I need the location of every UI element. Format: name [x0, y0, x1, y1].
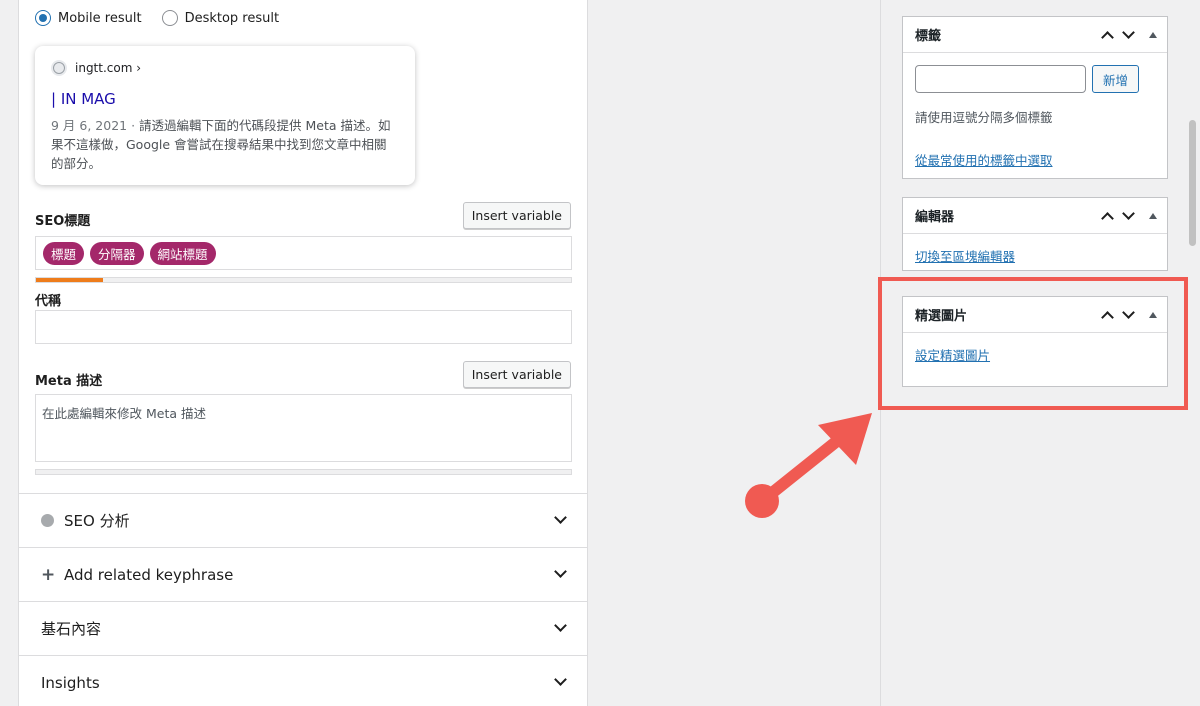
accordion-related-keyphrase[interactable]: + Add related keyphrase: [19, 547, 587, 601]
collapse-toggle-icon[interactable]: [1149, 32, 1157, 38]
variable-pill-title[interactable]: 標題: [43, 241, 85, 265]
move-up-icon[interactable]: [1101, 31, 1114, 44]
seo-title-insert-variable-button[interactable]: Insert variable: [462, 202, 571, 229]
plus-icon: +: [41, 564, 56, 585]
desktop-result-radio[interactable]: Desktop result: [161, 10, 280, 26]
chevron-down-icon: [554, 565, 567, 578]
tag-input[interactable]: [915, 65, 1086, 93]
slug-label: 代稱: [35, 294, 62, 309]
tags-hint: 請使用逗號分隔多個標籤: [915, 110, 1053, 125]
variable-pill-separator[interactable]: 分隔器: [90, 241, 144, 265]
tags-box-title: 標籤: [915, 29, 942, 44]
accordion-label: 基石內容: [41, 620, 102, 638]
chevron-down-icon: [554, 673, 567, 686]
tags-box-header: 標籤: [903, 17, 1167, 53]
accordion-label: Add related keyphrase: [64, 565, 234, 584]
globe-icon: [51, 60, 67, 76]
box-controls: [1101, 198, 1157, 234]
mobile-result-label: Mobile result: [58, 10, 142, 26]
seo-title-progress-bar: [35, 277, 572, 283]
seo-title-label: SEO標題: [35, 214, 91, 229]
seo-title-progress-fill: [36, 278, 103, 282]
collapse-toggle-icon[interactable]: [1149, 213, 1157, 219]
meta-insert-variable-button[interactable]: Insert variable: [462, 361, 571, 388]
slug-input[interactable]: [35, 310, 572, 344]
mobile-result-radio[interactable]: Mobile result: [35, 10, 142, 26]
accordion-insights[interactable]: Insights: [19, 655, 587, 706]
chevron-down-icon: [554, 511, 567, 524]
switch-block-editor-link[interactable]: 切換至區塊編輯器: [915, 246, 1155, 265]
circle-icon: [41, 514, 54, 527]
seo-title-field[interactable]: 標題 分隔器 網站標題: [35, 236, 572, 270]
featured-image-highlight-box: [878, 277, 1188, 410]
add-tag-button[interactable]: 新增: [1092, 65, 1140, 93]
tags-box: 標籤 新增 請使用逗號分隔多個標籤 從最常使用的標籤中選取: [902, 16, 1168, 179]
meta-description-progress-bar: [35, 469, 572, 475]
accordion-label: SEO 分析: [64, 512, 130, 530]
serp-url: ingtt.com ›: [75, 61, 142, 75]
meta-description-field[interactable]: 在此處編輯來修改 Meta 描述: [35, 394, 572, 462]
yoast-seo-panel: Mobile result Desktop result ingtt.com ›…: [18, 0, 588, 706]
radio-unchecked-icon: [161, 10, 178, 26]
desktop-result-label: Desktop result: [184, 10, 280, 26]
search-result-preview: ingtt.com › | IN MAG 9 月 6, 2021 · 請透過編輯…: [35, 46, 415, 185]
move-down-icon[interactable]: [1122, 207, 1135, 220]
chevron-down-icon: [554, 619, 567, 632]
variable-pill-site-title[interactable]: 網站標題: [149, 241, 216, 265]
editor-box-header: 編輯器: [903, 198, 1167, 234]
accordion-label: Insights: [41, 673, 100, 692]
box-controls: [1101, 17, 1157, 53]
radio-checked-icon: [35, 10, 51, 26]
move-down-icon[interactable]: [1122, 26, 1135, 39]
editor-box: 編輯器 切換至區塊編輯器: [902, 197, 1168, 271]
meta-description-label: Meta 描述: [35, 374, 103, 389]
preview-mode-selector: Mobile result Desktop result: [35, 10, 279, 26]
accordion-seo-analysis[interactable]: SEO 分析: [19, 493, 587, 547]
editor-box-body: 切換至區塊編輯器: [903, 234, 1167, 277]
scrollbar-thumb[interactable]: [1189, 120, 1196, 246]
choose-popular-tags-link[interactable]: 從最常使用的標籤中選取: [915, 150, 1155, 169]
pointer-arrow-icon: [745, 413, 872, 518]
move-up-icon[interactable]: [1101, 212, 1114, 225]
editor-box-title: 編輯器: [915, 210, 955, 225]
serp-date: 9 月 6, 2021 ·: [51, 118, 136, 133]
serp-title: | IN MAG: [51, 90, 116, 108]
tags-box-body: 新增 請使用逗號分隔多個標籤 從最常使用的標籤中選取: [903, 53, 1167, 181]
accordion-cornerstone[interactable]: 基石內容: [19, 601, 587, 655]
serp-description: 9 月 6, 2021 · 請透過編輯下面的代碼段提供 Meta 描述。如果不這…: [51, 116, 399, 173]
serp-url-row: ingtt.com ›: [51, 60, 399, 76]
